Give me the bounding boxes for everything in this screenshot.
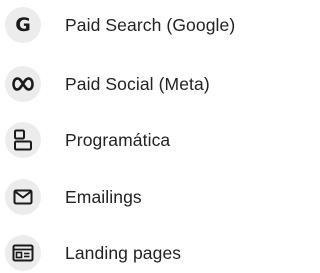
channel-item-paid-social: Paid Social (Meta) <box>0 62 274 106</box>
channel-label: Programática <box>65 129 171 150</box>
channel-label: Paid Social (Meta) <box>65 73 210 94</box>
channel-item-paid-search: G Paid Search (Google) <box>0 3 274 47</box>
mail-icon <box>5 179 41 215</box>
channel-label: Emailings <box>65 186 142 207</box>
landing-page-icon <box>5 235 41 271</box>
channel-item-landing-pages: Landing pages <box>0 231 274 273</box>
channel-list: G Paid Search (Google) Paid Social (Meta… <box>0 0 274 273</box>
channel-item-programmatic: Programática <box>0 118 274 162</box>
channel-label: Paid Search (Google) <box>65 14 236 35</box>
programmatic-icon <box>5 122 41 158</box>
channel-label: Landing pages <box>65 242 182 263</box>
channel-item-emailings: Emailings <box>0 175 274 219</box>
google-icon: G <box>5 7 41 43</box>
meta-icon <box>5 66 41 102</box>
